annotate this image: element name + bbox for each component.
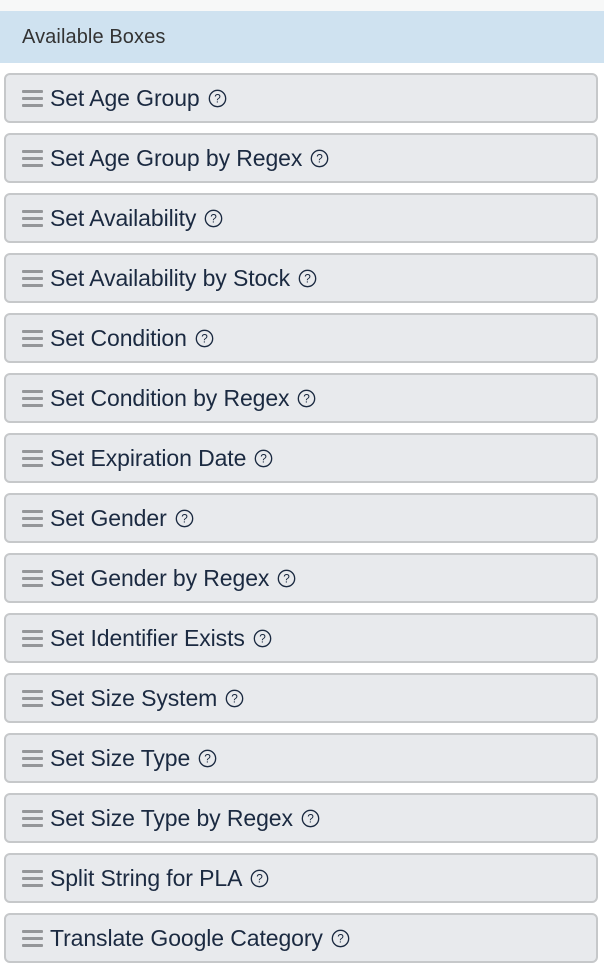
help-circle-icon[interactable]: ?	[204, 209, 223, 228]
list-item-label: Translate Google Category	[50, 924, 323, 951]
help-circle-icon[interactable]: ?	[250, 869, 269, 888]
drag-handle-icon[interactable]	[22, 209, 43, 227]
drag-handle-icon[interactable]	[22, 449, 43, 467]
svg-text:?: ?	[181, 511, 188, 525]
list-item[interactable]: Set Expiration Date?	[4, 433, 598, 483]
list-item-label: Split String for PLA	[50, 864, 243, 891]
list-item-label: Set Gender by Regex	[50, 564, 270, 591]
list-item-label: Set Size Type	[50, 744, 191, 771]
help-circle-icon[interactable]: ?	[175, 509, 194, 528]
drag-handle-icon[interactable]	[22, 689, 43, 707]
list-item-label: Set Availability	[50, 204, 197, 231]
drag-handle-icon[interactable]	[22, 329, 43, 347]
help-circle-icon[interactable]: ?	[198, 749, 217, 768]
list-item[interactable]: Set Availability by Stock?	[4, 253, 598, 303]
drag-handle-icon[interactable]	[22, 929, 43, 947]
list-item-label: Set Age Group	[50, 84, 200, 111]
list-item-label: Set Age Group by Regex	[50, 144, 303, 171]
help-circle-icon[interactable]: ?	[297, 389, 316, 408]
svg-text:?: ?	[204, 751, 211, 765]
help-circle-icon[interactable]: ?	[277, 569, 296, 588]
svg-text:?: ?	[260, 451, 267, 465]
svg-text:?: ?	[337, 931, 344, 945]
svg-text:?: ?	[304, 391, 311, 405]
help-circle-icon[interactable]: ?	[298, 269, 317, 288]
help-circle-icon[interactable]: ?	[254, 449, 273, 468]
svg-text:?: ?	[316, 151, 323, 165]
help-circle-icon[interactable]: ?	[195, 329, 214, 348]
svg-text:?: ?	[257, 871, 264, 885]
list-item-label: Set Condition by Regex	[50, 384, 290, 411]
drag-handle-icon[interactable]	[22, 809, 43, 827]
drag-handle-icon[interactable]	[22, 389, 43, 407]
list-item-label: Set Size System	[50, 684, 218, 711]
help-circle-icon[interactable]: ?	[310, 149, 329, 168]
list-item-label: Set Identifier Exists	[50, 624, 245, 651]
list-item[interactable]: Set Condition?	[4, 313, 598, 363]
list-item[interactable]: Set Gender?	[4, 493, 598, 543]
drag-handle-icon[interactable]	[22, 869, 43, 887]
drag-handle-icon[interactable]	[22, 569, 43, 587]
list-item[interactable]: Set Size Type by Regex?	[4, 793, 598, 843]
list-item[interactable]: Set Identifier Exists?	[4, 613, 598, 663]
list-item-label: Set Size Type by Regex	[50, 804, 293, 831]
drag-handle-icon[interactable]	[22, 749, 43, 767]
list-item-label: Set Gender	[50, 504, 167, 531]
svg-text:?: ?	[201, 331, 208, 345]
svg-text:?: ?	[214, 91, 221, 105]
list-item[interactable]: Set Size Type?	[4, 733, 598, 783]
list-item[interactable]: Set Age Group by Regex?	[4, 133, 598, 183]
list-item[interactable]: Set Age Group?	[4, 73, 598, 123]
list-item[interactable]: Set Gender by Regex?	[4, 553, 598, 603]
drag-handle-icon[interactable]	[22, 89, 43, 107]
list-item[interactable]: Translate Google Category?	[4, 913, 598, 963]
list-item[interactable]: Set Availability?	[4, 193, 598, 243]
top-spacer-strip	[0, 0, 604, 11]
svg-text:?: ?	[283, 571, 290, 585]
svg-text:?: ?	[231, 691, 238, 705]
available-boxes-list: Set Age Group? Set Age Group by Regex? Set…	[0, 63, 604, 970]
page-title: Available Boxes	[22, 26, 166, 48]
help-circle-icon[interactable]: ?	[253, 629, 272, 648]
help-circle-icon[interactable]: ?	[301, 809, 320, 828]
svg-text:?: ?	[307, 811, 314, 825]
list-item-label: Set Condition	[50, 324, 187, 351]
drag-handle-icon[interactable]	[22, 629, 43, 647]
list-item-label: Set Availability by Stock	[50, 264, 290, 291]
list-item-label: Set Expiration Date	[50, 444, 247, 471]
drag-handle-icon[interactable]	[22, 149, 43, 167]
drag-handle-icon[interactable]	[22, 509, 43, 527]
drag-handle-icon[interactable]	[22, 269, 43, 287]
svg-text:?: ?	[304, 271, 311, 285]
help-circle-icon[interactable]: ?	[331, 929, 350, 948]
list-item[interactable]: Split String for PLA?	[4, 853, 598, 903]
svg-text:?: ?	[259, 631, 266, 645]
list-item[interactable]: Set Condition by Regex?	[4, 373, 598, 423]
available-boxes-panel: Available Boxes Set Age Group? Set Age Gr…	[0, 0, 604, 970]
help-circle-icon[interactable]: ?	[225, 689, 244, 708]
help-circle-icon[interactable]: ?	[208, 89, 227, 108]
list-item[interactable]: Set Size System?	[4, 673, 598, 723]
svg-text:?: ?	[210, 211, 217, 225]
panel-header: Available Boxes	[0, 11, 604, 63]
